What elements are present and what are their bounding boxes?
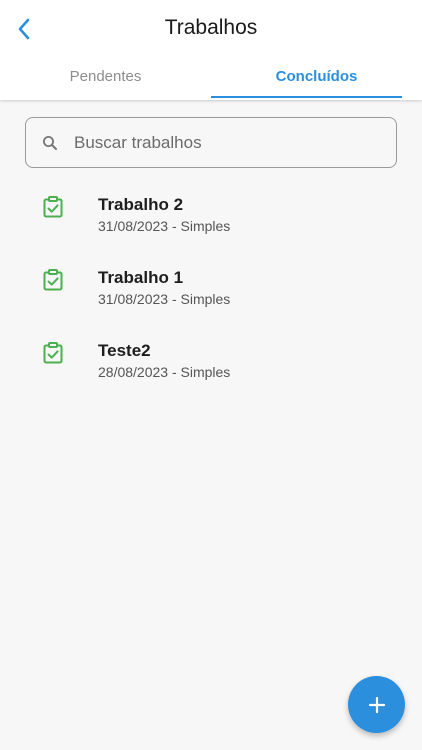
search-input[interactable]	[74, 118, 396, 167]
item-subtitle: 28/08/2023 - Simples	[98, 364, 231, 380]
item-title: Trabalho 1	[98, 268, 184, 287]
clipboard-check-icon	[43, 342, 63, 364]
item-title: Teste2	[98, 341, 151, 360]
tab-concluidos[interactable]: Concluídos	[211, 56, 422, 100]
clipboard-check-icon	[43, 196, 63, 218]
add-job-button[interactable]	[348, 676, 405, 733]
tab-bar: Pendentes Concluídos	[0, 56, 422, 100]
list-item[interactable]: Trabalho 1 31/08/2023 - Simples	[0, 258, 422, 331]
item-subtitle: 31/08/2023 - Simples	[98, 291, 231, 307]
search-box	[25, 117, 397, 168]
item-title: Trabalho 2	[98, 195, 184, 214]
page-title: Trabalhos	[164, 16, 258, 39]
item-subtitle: 31/08/2023 - Simples	[98, 218, 231, 234]
clipboard-check-icon	[43, 269, 63, 291]
app-header: Trabalhos Pendentes Concluídos	[0, 0, 422, 100]
tab-pendentes[interactable]: Pendentes	[0, 56, 211, 100]
plus-icon	[368, 696, 385, 713]
list-item[interactable]: Trabalho 2 31/08/2023 - Simples	[0, 185, 422, 258]
jobs-list: Trabalho 2 31/08/2023 - Simples Trabalho…	[0, 185, 422, 404]
list-item[interactable]: Teste2 28/08/2023 - Simples	[0, 331, 422, 404]
search-icon	[43, 135, 57, 150]
